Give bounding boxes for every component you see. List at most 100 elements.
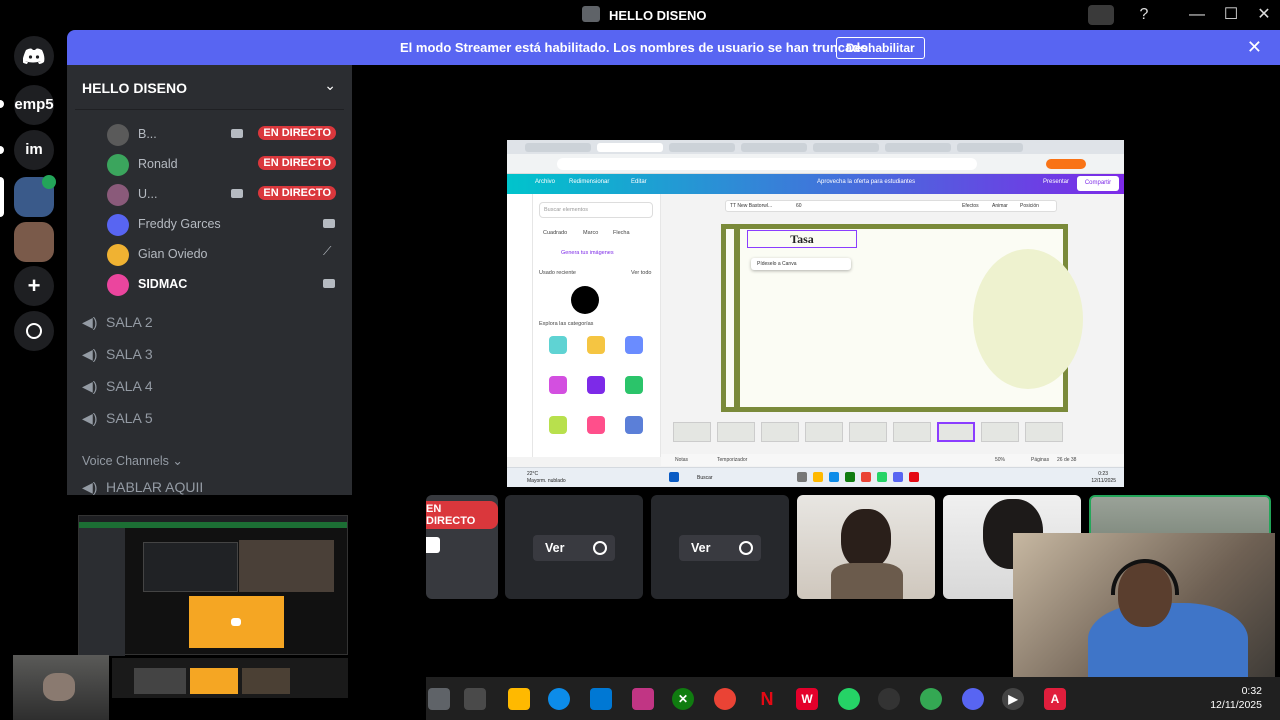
category-voice-channels[interactable]: Voice Channels ⌄	[82, 453, 183, 468]
timer-btn: Temporizador	[717, 457, 748, 463]
minimize-button[interactable]: —	[1183, 4, 1211, 26]
server-avatar[interactable]	[14, 222, 54, 262]
disable-streamer-button[interactable]: Deshabilitar	[836, 37, 925, 59]
mini-camera	[239, 540, 334, 592]
chevron-down-icon[interactable]: ⌄	[324, 77, 336, 94]
voice-user[interactable]: SIDMAC	[107, 271, 343, 297]
thumb	[805, 422, 843, 442]
person-body	[831, 563, 903, 599]
browser-tab	[669, 143, 735, 152]
voice-user[interactable]: Freddy Garces	[107, 211, 343, 237]
photos-tile	[625, 336, 643, 354]
system-clock[interactable]: 0:32 12/11/2025	[1210, 684, 1262, 712]
stickers-tile	[625, 376, 643, 394]
thumb	[673, 422, 711, 442]
speaker-icon: ◀)	[82, 346, 98, 362]
voice-channel[interactable]: ◀) SALA 4	[82, 378, 153, 395]
shapes-tile	[549, 336, 567, 354]
chrome-icon[interactable]	[920, 688, 942, 710]
xbox-icon	[845, 472, 855, 482]
unread-pill	[0, 146, 4, 154]
discord-home-icon[interactable]	[14, 36, 54, 76]
server-emp5[interactable]: emp5	[14, 85, 54, 125]
filter-chip: Flecha	[613, 230, 630, 236]
voice-user[interactable]: Gian Oviedo ⟋	[107, 241, 343, 267]
sheets-tile	[625, 416, 643, 434]
guild-name[interactable]: HELLO DISENO	[82, 80, 187, 96]
voice-channel[interactable]: ◀) SALA 3	[82, 346, 153, 363]
stream-tile-live[interactable]: EN DIRECTO	[426, 495, 498, 599]
channel-name: SALA 3	[106, 346, 153, 362]
capcut-icon[interactable]	[878, 688, 900, 710]
store-icon[interactable]	[590, 688, 612, 710]
server-im[interactable]: im	[14, 130, 54, 170]
voice-channel[interactable]: ◀) SALA 5	[82, 410, 153, 427]
voice-channel[interactable]: ◀) HABLAR AQUII	[82, 479, 203, 496]
media-player-icon[interactable]: ▶	[1002, 688, 1024, 710]
clock-date: 12/11/2025	[1210, 699, 1262, 711]
add-server-icon[interactable]: +	[14, 266, 54, 306]
cad-icon[interactable]: A	[1044, 688, 1066, 710]
voice-user[interactable]: B... EN DIRECTO	[107, 121, 343, 147]
live-badge: EN DIRECTO	[258, 186, 336, 200]
canva-elements-panel: Buscar elementos Cuadrado Marco Flecha G…	[533, 194, 661, 457]
stream-stage: Archivo Redimensionar Editar Aprovecha l…	[352, 65, 1280, 495]
stream-tile[interactable]: Ver	[505, 495, 643, 599]
close-icon[interactable]: ✕	[1247, 37, 1262, 58]
generate-images: Genera tus imágenes	[561, 250, 614, 256]
canva-present: Presentar	[1043, 179, 1070, 185]
camera-tile[interactable]	[797, 495, 935, 599]
live-badge: EN DIRECTO	[258, 156, 336, 170]
channel-name: SALA 2	[106, 314, 153, 330]
whatsapp-icon[interactable]	[838, 688, 860, 710]
decor-bar	[734, 229, 740, 409]
videos-tile	[549, 376, 567, 394]
task-view-icon[interactable]	[464, 688, 486, 710]
categories-label: Explora las categorías	[539, 321, 594, 327]
watch-stream-button[interactable]: Ver	[533, 535, 615, 561]
chrome-icon	[861, 472, 871, 482]
watch-stream-button[interactable]: Ver	[679, 535, 761, 561]
server-hello-diseno[interactable]	[14, 175, 56, 217]
discord-icon[interactable]	[962, 688, 984, 710]
app-icon[interactable]	[428, 688, 450, 710]
windows-taskbar: ✕ N W ▶ A 0:32 12/11/2025	[426, 677, 1280, 720]
thumb	[849, 422, 887, 442]
xbox-icon[interactable]: ✕	[672, 688, 694, 710]
wps-icon[interactable]: W	[796, 688, 818, 710]
canva-left-rail	[507, 194, 533, 457]
voice-user[interactable]: U... EN DIRECTO	[107, 181, 343, 207]
design-page	[721, 224, 1083, 412]
channel-name: HABLAR AQUII	[106, 479, 204, 495]
speaker-icon: ◀)	[82, 378, 98, 394]
mini-discord-window	[78, 515, 348, 656]
stream-tile[interactable]: Ver	[651, 495, 789, 599]
inbox-icon[interactable]	[1088, 5, 1114, 25]
maximize-button[interactable]: ☐	[1217, 4, 1245, 26]
browser-tab	[741, 143, 807, 152]
watch-label: Ver	[691, 541, 711, 555]
close-window-button[interactable]: ✕	[1250, 4, 1278, 26]
elements-search: Buscar elementos	[539, 202, 653, 218]
help-icon[interactable]: ?	[1130, 4, 1158, 26]
canva-header: Archivo Redimensionar Editar Aprovecha l…	[507, 174, 1124, 194]
3d-tile	[587, 376, 605, 394]
shared-taskbar: 22°C Mayorm. nublado Buscar 0:23 12/11/2…	[507, 467, 1124, 487]
discover-icon[interactable]	[14, 311, 54, 351]
circle-element	[571, 286, 599, 314]
channel-name: SALA 5	[106, 410, 153, 426]
thumb	[1025, 422, 1063, 442]
voice-channel[interactable]: ◀) SALA 2	[82, 314, 153, 331]
canva-menu-archivo: Archivo	[535, 179, 556, 185]
browser-tab	[525, 143, 591, 152]
voice-user[interactable]: Ronald EN DIRECTO	[107, 151, 343, 177]
edge-icon[interactable]	[548, 688, 570, 710]
screenshare-video[interactable]: Archivo Redimensionar Editar Aprovecha l…	[507, 140, 1124, 487]
divider	[75, 109, 344, 110]
netflix-icon[interactable]: N	[756, 688, 778, 710]
app-icon	[797, 472, 807, 482]
instagram-icon[interactable]	[632, 688, 654, 710]
chrome-icon[interactable]	[714, 688, 736, 710]
folder-icon[interactable]	[508, 688, 530, 710]
canva-menu-editar: Editar	[631, 179, 647, 185]
